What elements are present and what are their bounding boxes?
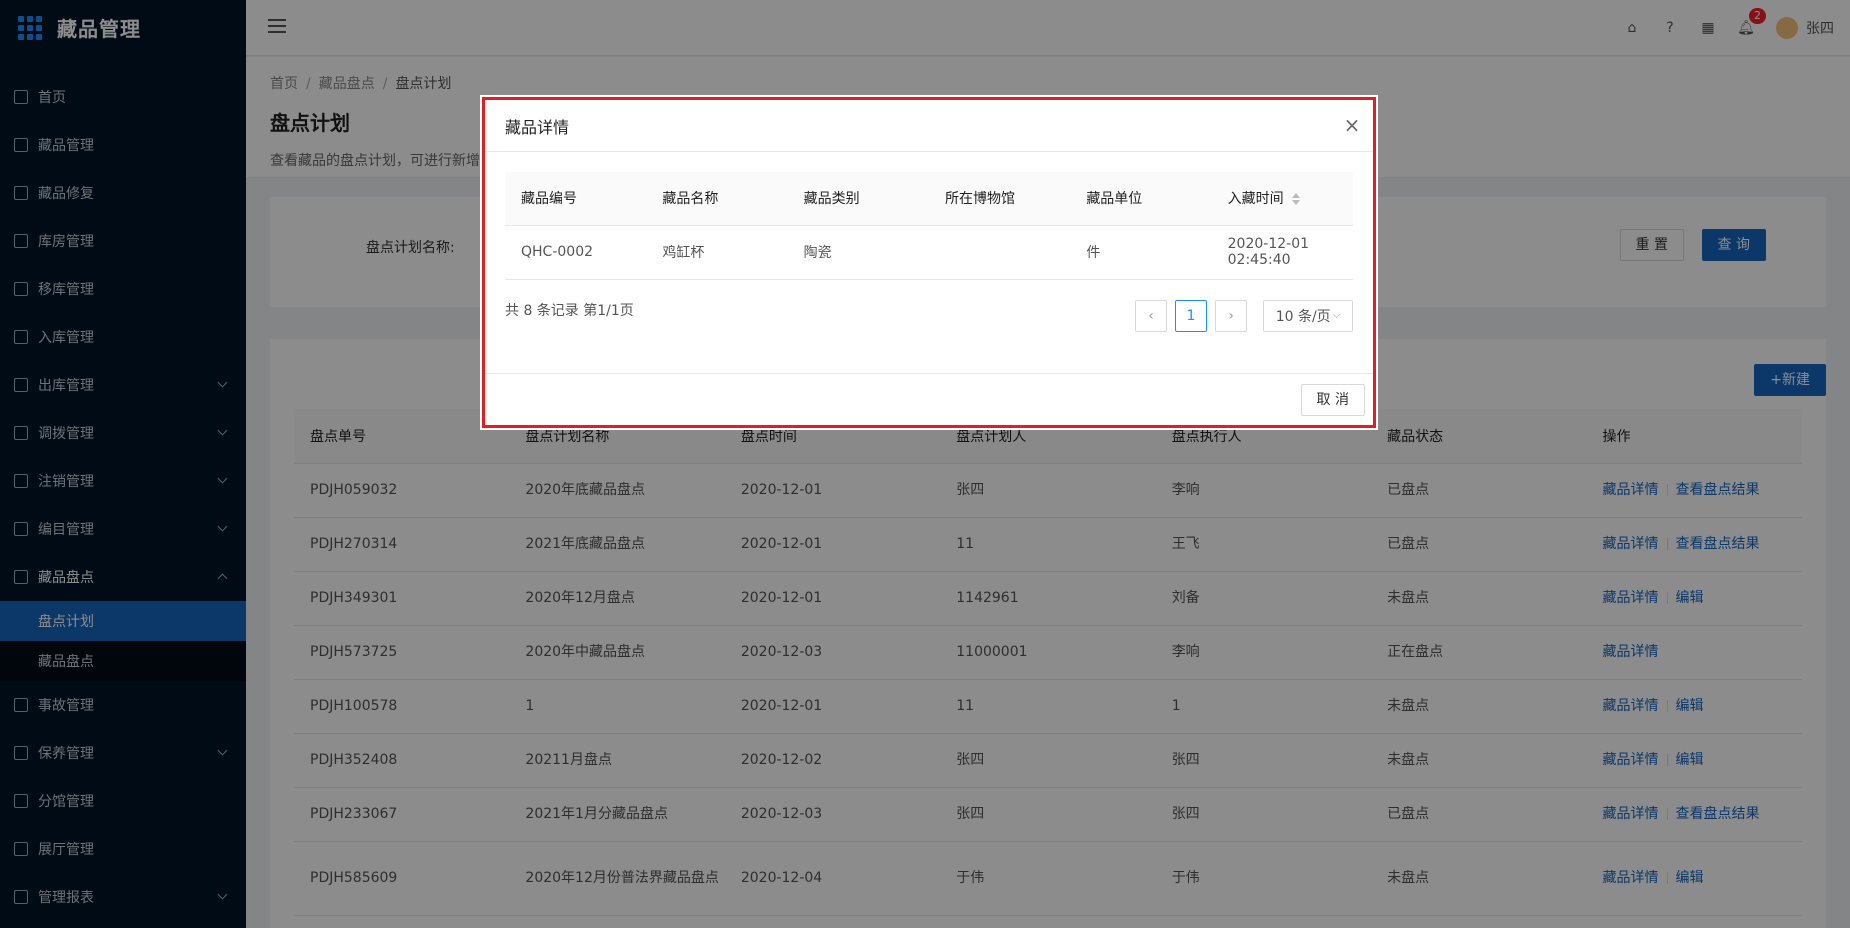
next-page-button[interactable]: › bbox=[1215, 299, 1247, 332]
detail-cell-code: QHC-0002 bbox=[505, 225, 647, 280]
detail-column-label: 藏品单位 bbox=[1086, 191, 1143, 208]
detail-cell-category: 陶瓷 bbox=[787, 225, 929, 280]
table-row: QHC-0002 鸡缸杯 陶瓷 件 2020-12-01 02:45:40 bbox=[505, 225, 1353, 280]
detail-column-header: 藏品名称 bbox=[646, 172, 788, 226]
detail-column-label: 藏品名称 bbox=[662, 191, 719, 208]
detail-cell-unit: 件 bbox=[1070, 225, 1212, 280]
pagination: ‹ 1 › 10 条/页 ⌵ bbox=[1135, 299, 1353, 332]
page-1-button[interactable]: 1 bbox=[1175, 299, 1207, 332]
detail-column-header: 所在博物馆 bbox=[928, 172, 1071, 226]
total-text: 共 8 条记录 第1/1页 bbox=[505, 302, 634, 319]
prev-page-button[interactable]: ‹ bbox=[1135, 299, 1167, 332]
cancel-button[interactable]: 取 消 bbox=[1300, 384, 1365, 416]
detail-column-header[interactable]: 入藏时间 bbox=[1211, 172, 1353, 226]
sort-icon[interactable] bbox=[1291, 193, 1300, 206]
modal-title: 藏品详情 bbox=[505, 117, 570, 137]
close-icon[interactable]: × bbox=[1343, 115, 1361, 135]
detail-column-header: 藏品单位 bbox=[1070, 172, 1212, 226]
detail-column-header: 藏品编号 bbox=[505, 172, 647, 226]
detail-column-label: 藏品编号 bbox=[521, 191, 577, 208]
detail-column-header: 藏品类别 bbox=[787, 172, 929, 226]
detail-table: 藏品编号 藏品名称 藏品类别 所在博物馆 藏品单位 入藏时间 QHC-0002 鸡缸杯 陶瓷 件… bbox=[505, 172, 1353, 280]
page-size-select[interactable]: 10 条/页 ⌵ bbox=[1263, 299, 1353, 332]
detail-column-label: 藏品类别 bbox=[803, 191, 860, 208]
detail-column-label: 入藏时间 bbox=[1227, 191, 1284, 208]
page-size-value: 10 条/页 bbox=[1275, 308, 1331, 325]
detail-cell-name: 鸡缸杯 bbox=[646, 225, 788, 280]
detail-column-label: 所在博物馆 bbox=[944, 191, 1015, 208]
detail-cell-time: 2020-12-01 02:45:40 bbox=[1211, 225, 1353, 280]
detail-modal: 藏品详情 × 藏品编号 藏品名称 藏品类别 所在博物馆 藏品单位 入藏时间 QHC-000… bbox=[482, 97, 1376, 428]
chevron-down-icon: ⌵ bbox=[1332, 310, 1341, 321]
detail-cell-museum bbox=[928, 225, 1071, 280]
